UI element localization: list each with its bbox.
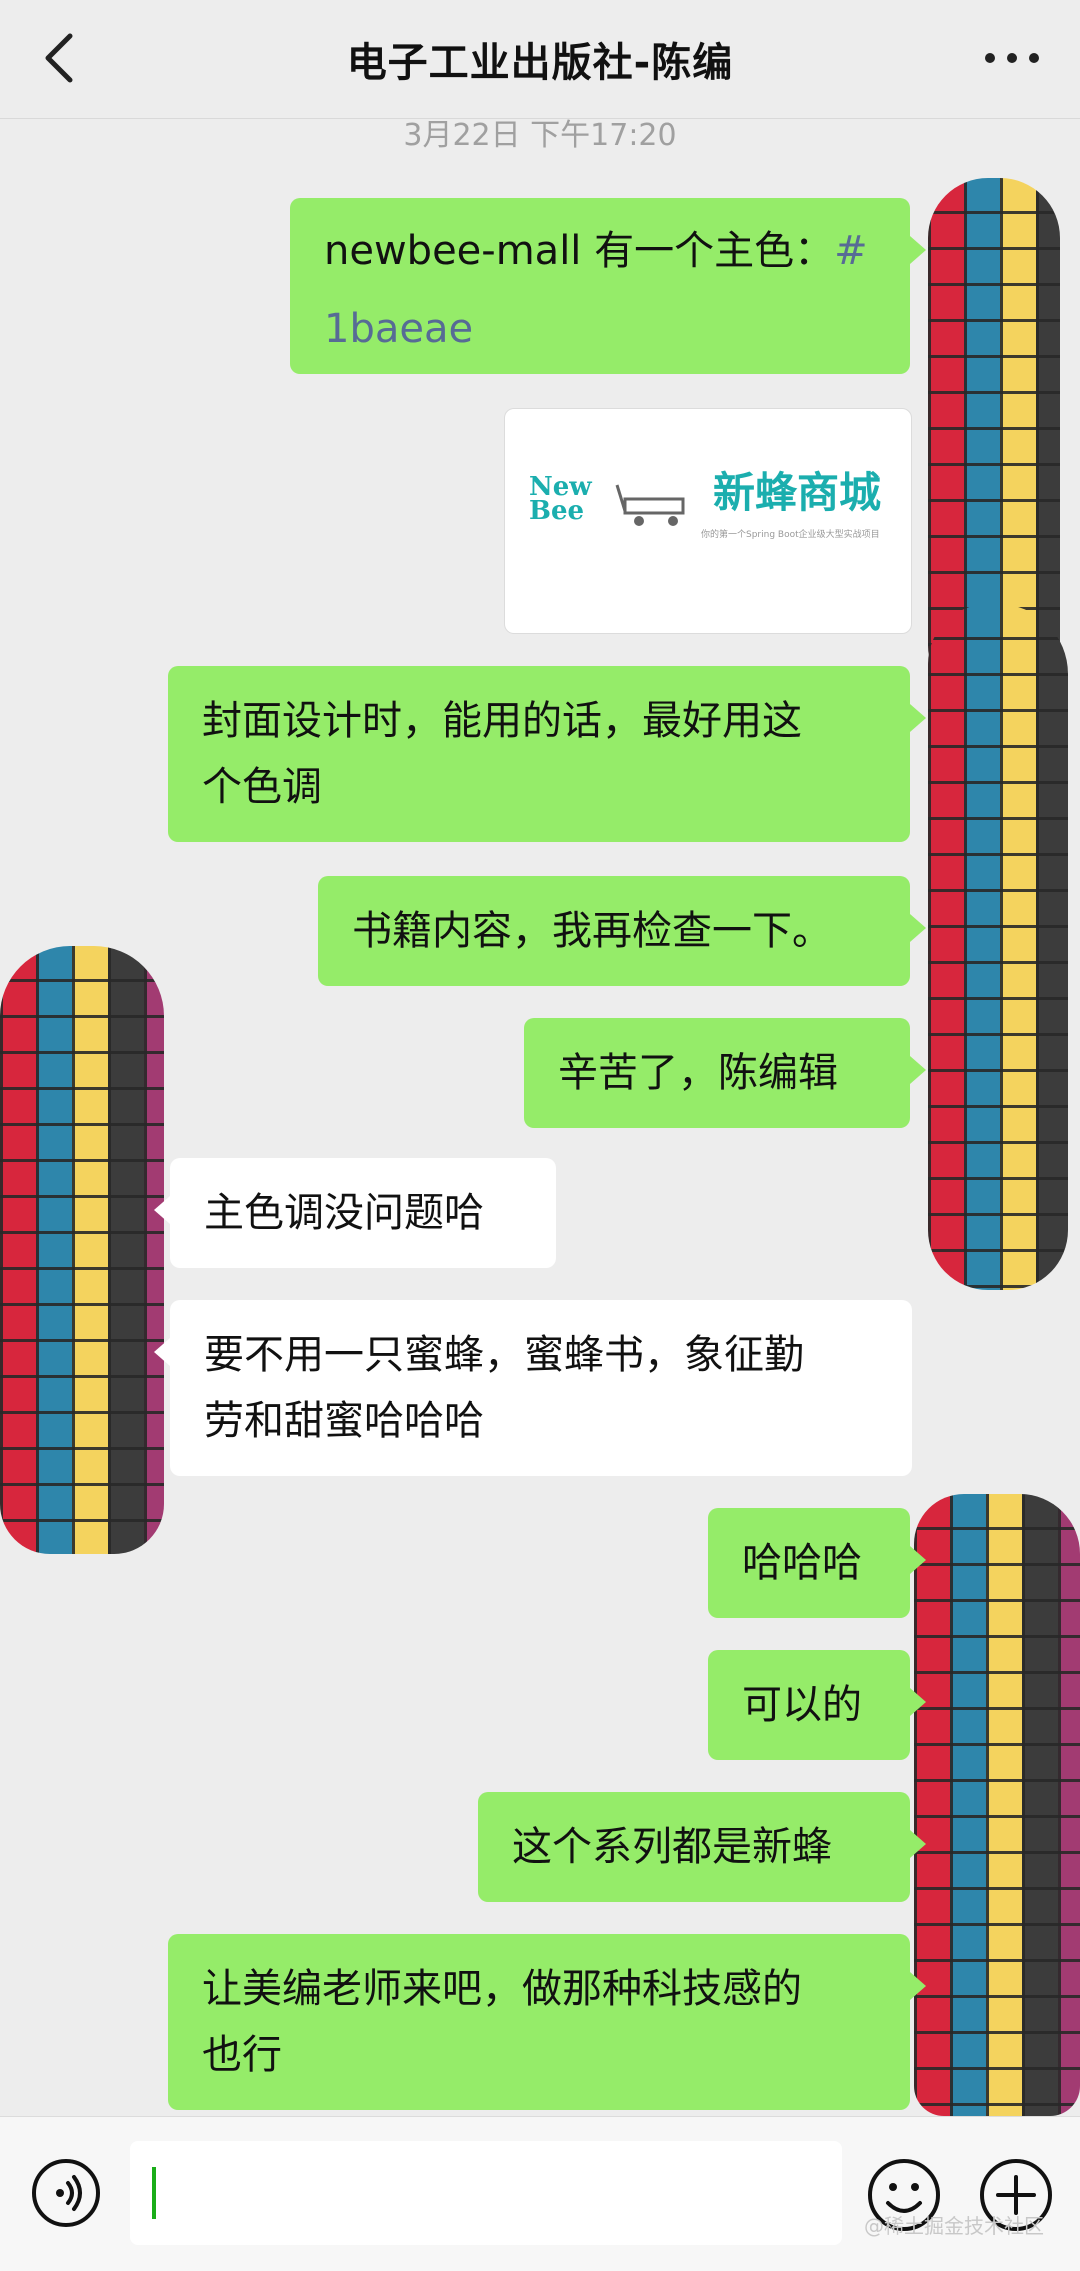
message-list[interactable]: 3月22日 下午17:20 newbee-mall 有一个主色： # 1baeae… bbox=[0, 118, 1080, 2116]
message-text: 主色调没问题哈 bbox=[204, 1190, 484, 1236]
color-hashtag[interactable]: 1baeae bbox=[324, 296, 876, 362]
message-bubble[interactable]: 主色调没问题哈 bbox=[154, 1158, 556, 1268]
message-bubble[interactable]: 让美编老师来吧，做那种科技感的 也行 bbox=[168, 1934, 926, 2110]
message-text: 封面设计时，能用的话，最好用这 bbox=[202, 698, 802, 744]
message-text: 辛苦了，陈编辑 bbox=[558, 1050, 838, 1096]
voice-button[interactable] bbox=[30, 2157, 102, 2229]
watermark: @稀土掘金技术社区 bbox=[864, 2214, 1044, 2238]
message-bubble[interactable]: newbee-mall 有一个主色： # 1baeae bbox=[290, 198, 926, 374]
back-button[interactable] bbox=[28, 26, 92, 90]
logo-tagline: 你的第一个Spring Boot企业级大型实战项目 bbox=[701, 530, 880, 540]
message-bubble[interactable]: 可以的 bbox=[708, 1650, 926, 1760]
message-input[interactable] bbox=[130, 2141, 842, 2245]
contact-avatar[interactable] bbox=[0, 946, 164, 1554]
logo-text: Bee bbox=[529, 496, 585, 526]
cart-icon bbox=[615, 484, 685, 526]
voice-icon bbox=[32, 2159, 100, 2227]
message-bubble[interactable]: 封面设计时，能用的话，最好用这 个色调 bbox=[168, 666, 926, 842]
newbee-logo: New Bee bbox=[529, 474, 592, 526]
message-text: 让美编老师来吧，做那种科技感的 bbox=[202, 1966, 802, 2012]
text-caret bbox=[152, 2167, 156, 2219]
my-avatar[interactable] bbox=[928, 604, 1068, 1290]
color-hashtag[interactable]: # bbox=[834, 218, 868, 284]
more-options-button[interactable] bbox=[972, 26, 1052, 90]
my-avatar[interactable] bbox=[914, 1494, 1080, 2116]
chat-title: 电子工业出版社-陈编 bbox=[346, 40, 734, 86]
input-bar bbox=[0, 2116, 1080, 2271]
message-text: 个色调 bbox=[202, 764, 322, 810]
message-text: 也行 bbox=[202, 2032, 282, 2078]
logo-chinese: 新蜂商城 bbox=[713, 468, 882, 517]
chat-header: 电子工业出版社-陈编 bbox=[0, 0, 1080, 119]
message-bubble[interactable]: 这个系列都是新蜂 bbox=[478, 1792, 926, 1902]
message-text: newbee-mall 有一个主色： bbox=[324, 228, 835, 274]
message-text: 可以的 bbox=[742, 1682, 862, 1728]
message-text: 要不用一只蜜蜂，蜜蜂书，象征勤 bbox=[204, 1332, 804, 1378]
message-bubble[interactable]: 书籍内容，我再检查一下。 bbox=[318, 876, 926, 986]
message-timestamp: 3月22日 下午17:20 bbox=[403, 118, 677, 153]
chevron-left-icon bbox=[45, 33, 73, 83]
message-text: 哈哈哈 bbox=[742, 1540, 862, 1586]
message-text: 书籍内容，我再检查一下。 bbox=[352, 908, 832, 954]
image-message[interactable]: New Bee 新蜂商城 你的第一个Spring Boot企业级大型实战项目 bbox=[504, 408, 912, 634]
message-bubble[interactable]: 哈哈哈 bbox=[708, 1508, 926, 1618]
message-bubble[interactable]: 辛苦了，陈编辑 bbox=[524, 1018, 926, 1128]
more-icon bbox=[985, 53, 1039, 63]
message-text: 劳和甜蜜哈哈哈 bbox=[204, 1398, 484, 1444]
message-bubble[interactable]: 要不用一只蜜蜂，蜜蜂书，象征勤 劳和甜蜜哈哈哈 bbox=[154, 1300, 912, 1476]
message-text: 这个系列都是新蜂 bbox=[512, 1824, 832, 1870]
